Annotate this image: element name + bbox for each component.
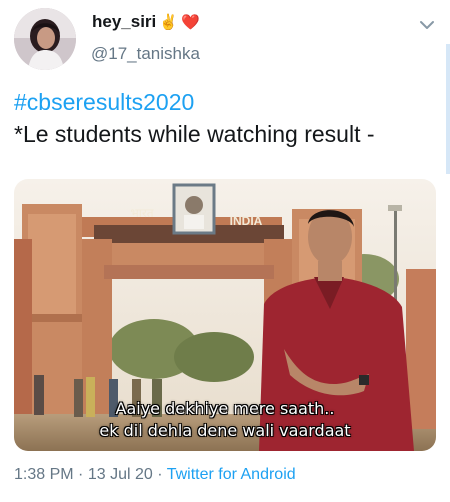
user-name-row[interactable]: hey_siri ✌️ ❤️: [92, 12, 200, 32]
chevron-down-icon[interactable]: [418, 18, 436, 32]
red-heart-emoji: ❤️: [180, 13, 200, 31]
display-name[interactable]: hey_siri: [92, 12, 156, 32]
gate-sign-right: INDIA: [230, 214, 263, 228]
tweet-text: *Le students while watching result -: [14, 121, 375, 147]
tweet-source-link[interactable]: Twitter for Android: [167, 466, 296, 483]
victory-hand-emoji: ✌️: [159, 13, 178, 31]
hashtag-link[interactable]: #cbseresults2020: [14, 89, 194, 116]
tweet-time[interactable]: 1:38 PM: [14, 466, 74, 483]
tweet-card: hey_siri ✌️ ❤️ @17_tanishka #cbseresults…: [0, 0, 450, 502]
gate-sign-left: भारत: [130, 206, 154, 220]
scrollbar[interactable]: [446, 44, 450, 174]
avatar[interactable]: [14, 8, 76, 70]
meta-separator: ·: [157, 466, 163, 483]
subtitle-line-1: Aaiye dekhiye mere saath..: [115, 399, 335, 418]
tweet-media-image[interactable]: भारत INDIA Aaiye dekhiye mere saath.. ek…: [14, 179, 436, 451]
tweet-date[interactable]: 13 Jul 20: [88, 466, 153, 483]
subtitle-line-2: ek dil dehla dene wali vaardaat: [99, 421, 351, 440]
tweet-meta: 1:38 PM · 13 Jul 20 · Twitter for Androi…: [14, 466, 296, 484]
meta-separator: ·: [78, 466, 84, 483]
user-handle[interactable]: @17_tanishka: [91, 44, 200, 64]
